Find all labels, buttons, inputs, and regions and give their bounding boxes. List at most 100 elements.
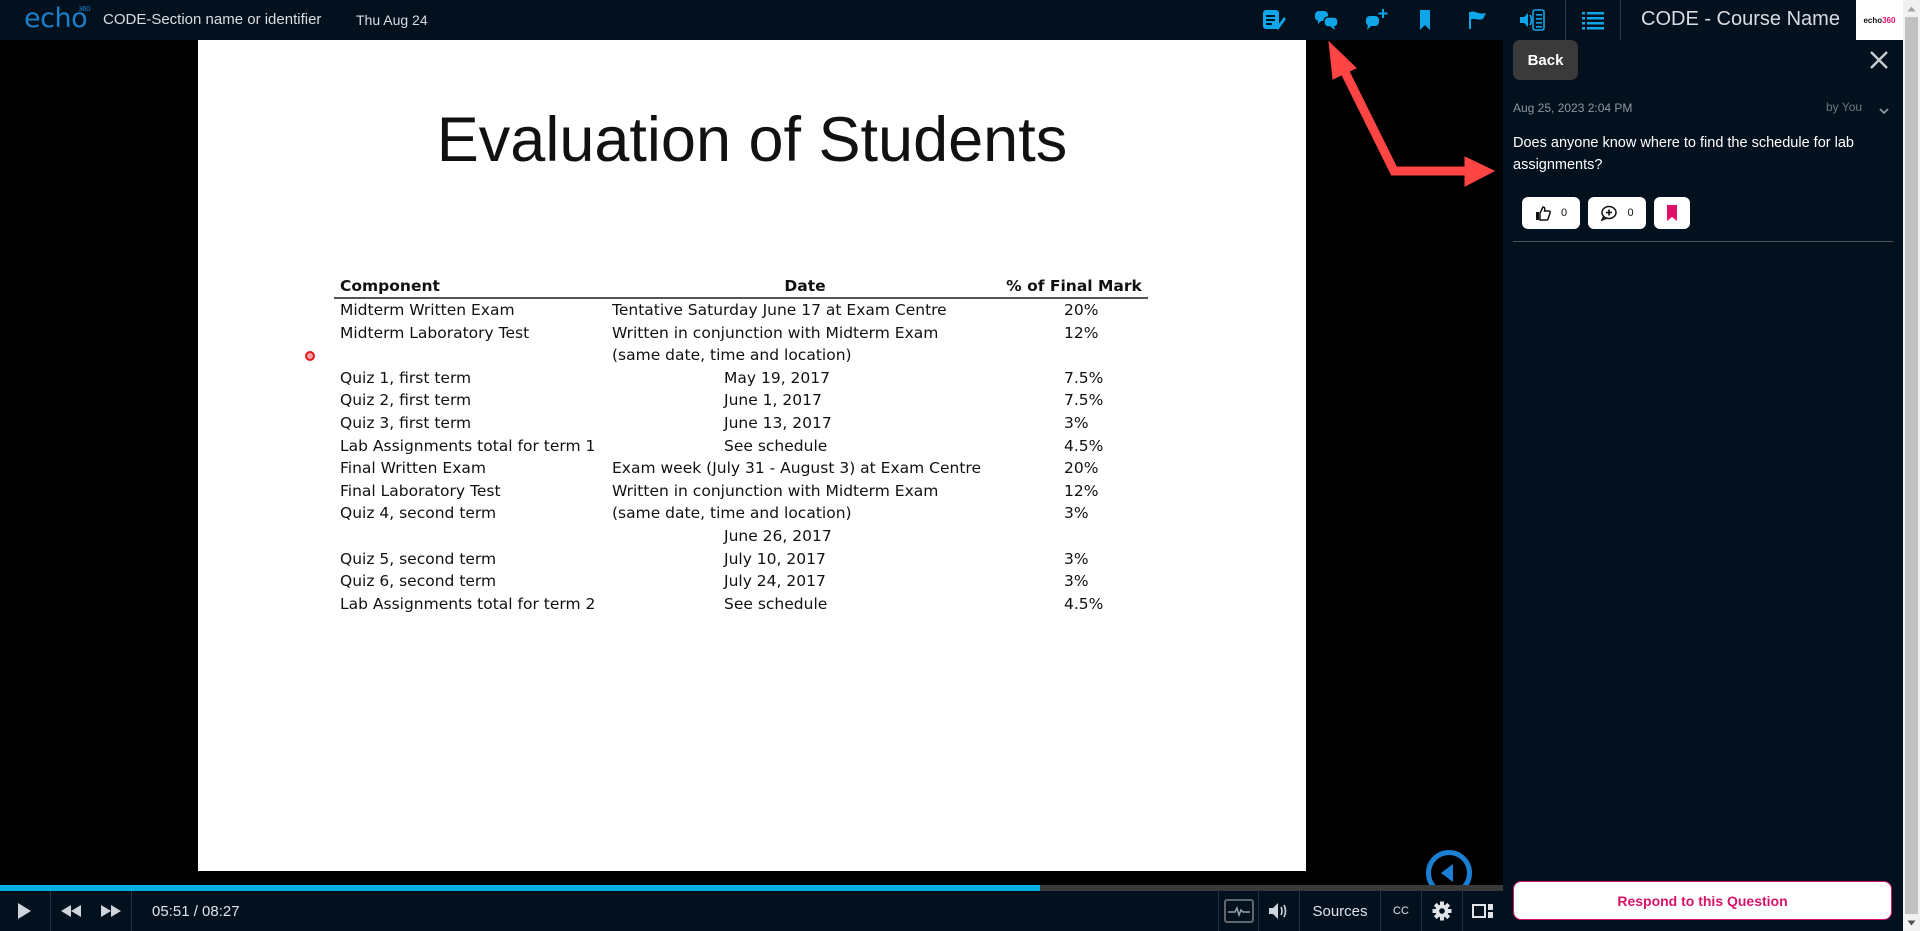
layout-icon (1472, 904, 1493, 918)
table-row: Quiz 3, first term June 13, 2017 3% (334, 412, 1148, 435)
cell-date: (same date, time and location) (612, 504, 852, 523)
cell-percent: 20% (1064, 301, 1099, 319)
video-player[interactable]: Evaluation of Students Component Date % … (0, 40, 1503, 896)
question-panel: Back Aug 25, 2023 2:04 PM by You Does an… (1503, 40, 1903, 931)
section-title: CODE-Section name or identifier (103, 11, 322, 28)
course-name: CODE - Course Name (1641, 8, 1840, 30)
separator (1565, 0, 1566, 40)
table-row: Lab Assignments total for term 2 See sche… (334, 593, 1148, 616)
question-actions: 0 0 (1522, 197, 1690, 229)
closed-captions-button[interactable]: CC (1381, 891, 1421, 931)
question-timestamp: Aug 25, 2023 2:04 PM (1513, 101, 1633, 115)
brand-text: echo (1863, 15, 1883, 25)
cell-percent: 3% (1064, 413, 1089, 432)
cell-percent: 12% (1064, 481, 1099, 500)
class-date: Thu Aug 24 (356, 12, 428, 28)
play-button[interactable] (0, 891, 47, 931)
cell-date: May 19, 2017 (724, 368, 830, 387)
top-bar: echo 360 CODE-Section name or identifier … (0, 0, 1903, 40)
close-icon[interactable] (1867, 48, 1891, 72)
reply-button[interactable]: 0 (1588, 197, 1646, 229)
cell-percent: 7.5% (1064, 391, 1104, 410)
cell-date: Written in conjunction with Midterm Exam (612, 481, 939, 500)
cell-date: (same date, time and location) (612, 346, 852, 365)
bookmark-icon (1667, 205, 1677, 221)
notes-icon[interactable] (1261, 8, 1287, 32)
volume-icon (1269, 903, 1287, 919)
cell-component: Quiz 6, second term (340, 572, 497, 591)
ask-question-icon[interactable] (1364, 8, 1390, 32)
separator (50, 891, 51, 931)
volume-button[interactable] (1260, 891, 1298, 931)
respond-to-question-button[interactable]: Respond to this Question (1513, 881, 1892, 920)
back-button[interactable]: Back (1513, 40, 1578, 80)
gear-icon (1432, 901, 1452, 921)
logo-sup: 360 (78, 5, 91, 13)
table-row: Quiz 1, first term May 19, 2017 7.5% (334, 367, 1148, 390)
settings-button[interactable] (1422, 891, 1462, 931)
cell-component: Final Written Exam (340, 459, 486, 478)
scroll-up-arrow[interactable] (1903, 0, 1920, 17)
table-row: Quiz 4, second term (same date, time and … (334, 502, 1148, 525)
cell-percent: 4.5% (1064, 594, 1104, 613)
table-row: June 26, 2017 (334, 525, 1148, 548)
transcript-icon[interactable] (1519, 8, 1545, 32)
activity-monitor-button[interactable] (1220, 891, 1258, 931)
column-header-component: Component (334, 272, 610, 299)
table-row: Quiz 6, second term July 24, 2017 3% (334, 570, 1148, 593)
discussions-icon[interactable] (1314, 8, 1340, 32)
reply-count: 0 (1627, 207, 1634, 219)
cell-percent: 12% (1064, 323, 1099, 342)
echo360-brand-logo: echo 360 (1856, 0, 1903, 40)
separator (1620, 0, 1621, 40)
sources-button[interactable]: Sources (1300, 891, 1380, 931)
rewind-button[interactable] (54, 891, 88, 931)
scroll-thumb[interactable] (1905, 17, 1918, 914)
table-row: Final Written Exam Exam week (July 31 - A… (334, 457, 1148, 480)
cell-percent: 3% (1064, 572, 1089, 591)
cell-component: Quiz 3, first term (340, 413, 472, 432)
page-scrollbar[interactable] (1903, 0, 1920, 931)
column-header-date: Date (610, 272, 1000, 299)
like-button[interactable]: 0 (1522, 197, 1580, 229)
cell-component: Quiz 5, second term (340, 549, 497, 568)
cell-date: June 26, 2017 (724, 526, 832, 545)
table-header-row: Component Date % of Final Mark (334, 272, 1148, 299)
cell-component: Quiz 4, second term (340, 504, 497, 523)
layout-toggle-button[interactable] (1463, 891, 1503, 931)
thumbs-up-icon (1535, 205, 1551, 221)
separator (131, 891, 132, 931)
play-icon (17, 903, 31, 919)
outline-list-icon[interactable] (1580, 8, 1606, 32)
fast-forward-icon (101, 905, 121, 917)
cell-percent: 3% (1064, 504, 1089, 523)
scroll-down-arrow[interactable] (1903, 914, 1920, 931)
player-controls: 05:51 / 08:27 Sources CC (0, 891, 1503, 931)
comment-add-icon (1601, 205, 1618, 221)
cell-component: Midterm Laboratory Test (340, 323, 530, 342)
cell-percent: 4.5% (1064, 436, 1104, 455)
fast-forward-button[interactable] (94, 891, 128, 931)
cell-component: Lab Assignments total for term 1 (340, 436, 596, 455)
separator (1218, 891, 1219, 931)
brand-text-accent: 360 (1882, 15, 1896, 25)
echo-logo[interactable]: echo 360 (24, 3, 91, 34)
bookmarks-icon[interactable] (1412, 8, 1438, 32)
cell-date: See schedule (724, 436, 828, 455)
column-header-percent: % of Final Mark (1000, 272, 1148, 299)
bookmark-button[interactable] (1654, 197, 1690, 229)
cell-percent (1000, 344, 1148, 367)
chevron-down-icon[interactable] (1878, 103, 1890, 115)
cell-date: June 1, 2017 (724, 391, 822, 410)
evaluation-table: Component Date % of Final Mark Midterm W… (334, 272, 1148, 615)
cell-component: Quiz 2, first term (340, 391, 472, 410)
cell-percent (1000, 525, 1148, 548)
cell-component: Final Laboratory Test (340, 481, 501, 500)
cell-percent: 20% (1064, 459, 1099, 478)
table-row: Final Laboratory Test Written in conjunct… (334, 480, 1148, 503)
cell-date: June 13, 2017 (724, 413, 832, 432)
flag-icon[interactable] (1464, 8, 1490, 32)
cell-percent: 7.5% (1064, 368, 1104, 387)
divider (1513, 241, 1893, 242)
cell-component: Quiz 1, first term (340, 368, 472, 387)
